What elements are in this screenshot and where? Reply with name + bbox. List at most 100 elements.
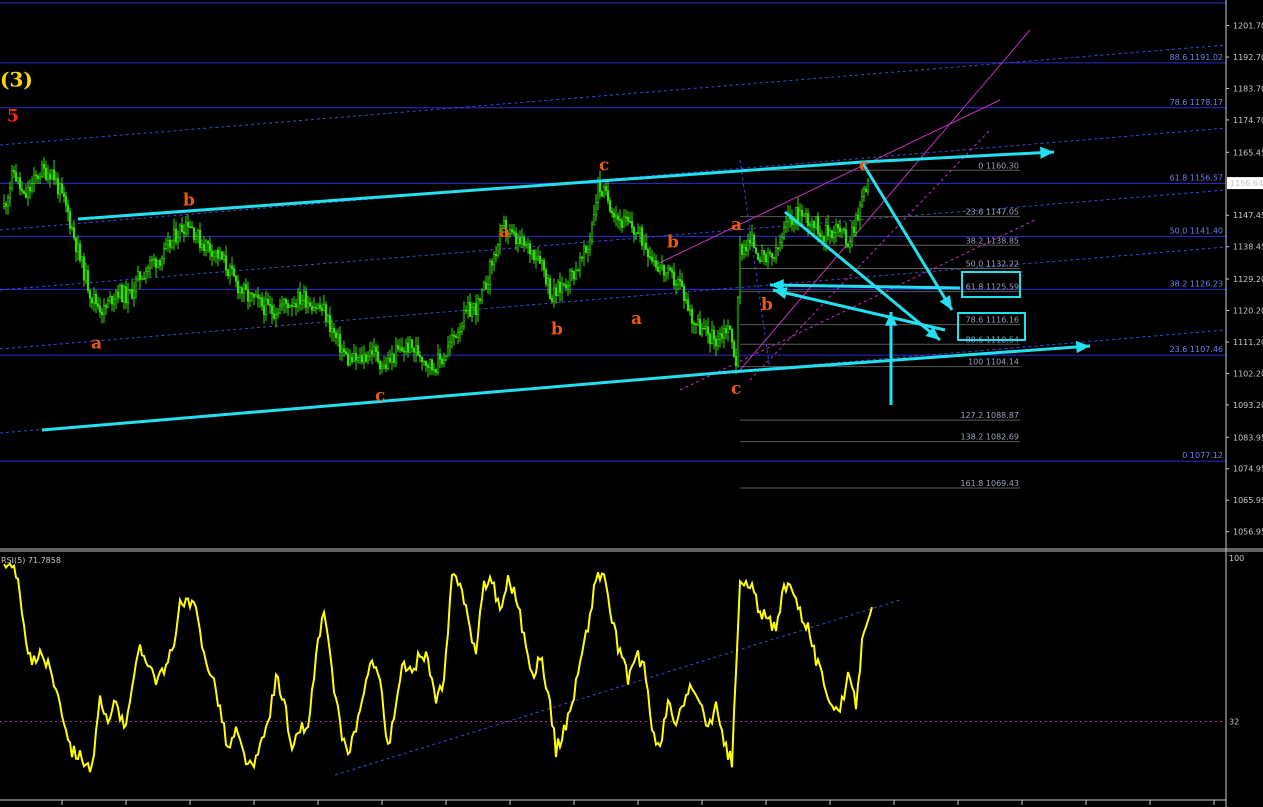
candle-body bbox=[172, 228, 176, 241]
candle-body bbox=[314, 307, 318, 309]
candle-body bbox=[312, 307, 316, 311]
candle-body bbox=[592, 214, 596, 226]
candle-body bbox=[182, 231, 186, 234]
candle-body bbox=[100, 311, 104, 315]
cyan-arrow-line bbox=[784, 210, 941, 342]
candle-body bbox=[356, 357, 360, 361]
candle-body bbox=[486, 284, 490, 290]
wave-label: b bbox=[667, 232, 679, 252]
candle-body bbox=[858, 204, 862, 221]
candle-body bbox=[648, 256, 652, 259]
candle-body bbox=[854, 214, 858, 233]
candle-body bbox=[228, 265, 232, 277]
candle-body bbox=[672, 271, 676, 286]
candle-body bbox=[520, 236, 524, 244]
candle-body bbox=[838, 227, 842, 233]
candle-body bbox=[706, 326, 710, 335]
candle-body bbox=[378, 361, 382, 370]
candle-body bbox=[482, 282, 486, 291]
candle-body bbox=[252, 293, 256, 298]
candle-body bbox=[208, 243, 212, 252]
candle-body bbox=[238, 287, 242, 294]
candle-body bbox=[98, 305, 102, 313]
candle-body bbox=[76, 243, 80, 252]
candle-body bbox=[688, 309, 692, 312]
candle-body bbox=[760, 250, 764, 262]
candle-body bbox=[164, 243, 168, 249]
wave-label: a bbox=[631, 309, 642, 329]
candle-body bbox=[4, 203, 8, 207]
price-chart[interactable]: 88.6 1191.02 78.6 1178.17 61.8 1156.57 50.0… bbox=[0, 0, 1263, 807]
candle-body bbox=[306, 302, 310, 308]
candle-body bbox=[380, 366, 384, 370]
candle-body bbox=[218, 251, 222, 259]
candle-body bbox=[642, 242, 646, 246]
candle-body bbox=[190, 226, 194, 229]
inner-fib-label: 38.2 1138.85 bbox=[966, 236, 1019, 245]
candle-body bbox=[372, 346, 376, 355]
candle-body bbox=[136, 271, 140, 280]
cyan-arrowhead bbox=[1040, 146, 1054, 159]
candle-body bbox=[242, 284, 246, 294]
candle-body bbox=[474, 303, 478, 315]
candle-body bbox=[20, 188, 24, 192]
candle-body bbox=[68, 211, 72, 229]
candle-body bbox=[394, 345, 398, 363]
candle-body bbox=[460, 326, 464, 332]
candle-body bbox=[496, 244, 500, 257]
candle-body bbox=[680, 280, 684, 287]
candle-body bbox=[128, 289, 132, 291]
candle-body bbox=[88, 290, 92, 299]
candle-body bbox=[158, 260, 162, 266]
wave-label: a bbox=[731, 215, 742, 235]
price-axis-tick-label: 1083.95 bbox=[1233, 433, 1263, 442]
candle-body bbox=[82, 256, 86, 281]
candle-body bbox=[386, 357, 390, 369]
candle-body bbox=[584, 246, 588, 253]
candle-body bbox=[542, 260, 546, 271]
candle-body bbox=[440, 359, 444, 365]
candle-body bbox=[618, 219, 622, 221]
candle-body bbox=[844, 229, 848, 245]
candle-body bbox=[742, 246, 746, 255]
candle-body bbox=[846, 243, 850, 248]
price-axis-tick-label: 1056.95 bbox=[1233, 528, 1263, 537]
wave-label: b bbox=[761, 295, 773, 315]
candle-body bbox=[434, 369, 438, 373]
candle-body bbox=[740, 244, 744, 255]
candle-body bbox=[658, 266, 662, 272]
candle-body bbox=[350, 356, 354, 362]
candle-body bbox=[266, 298, 270, 305]
candle-body bbox=[732, 341, 736, 357]
candle-body bbox=[66, 205, 70, 213]
cyan-arrow-line bbox=[861, 150, 1055, 164]
candle-body bbox=[354, 353, 358, 361]
candle-body bbox=[294, 303, 298, 308]
candle-body bbox=[402, 350, 406, 353]
candle-body bbox=[106, 300, 110, 308]
candle-body bbox=[214, 249, 218, 254]
candle-body bbox=[12, 170, 16, 173]
fib-level-label: 61.8 1156.57 bbox=[1170, 173, 1223, 182]
candle-body bbox=[588, 239, 592, 250]
candle-body bbox=[64, 196, 68, 206]
candle-body bbox=[430, 359, 434, 371]
candle-body bbox=[862, 188, 866, 198]
candle-body bbox=[302, 291, 306, 301]
candle-body bbox=[426, 365, 430, 368]
candle-body bbox=[634, 232, 638, 235]
candle-body bbox=[56, 178, 60, 195]
candle-body bbox=[412, 347, 416, 353]
candle-body bbox=[856, 214, 860, 221]
candle-body bbox=[812, 221, 816, 228]
inner-fib-label: 78.6 1116.16 bbox=[966, 316, 1019, 325]
candle-body bbox=[458, 331, 462, 334]
candle-body bbox=[336, 334, 340, 338]
candle-body bbox=[668, 267, 672, 271]
candle-body bbox=[374, 346, 378, 353]
candle-body bbox=[768, 251, 772, 254]
candle-body bbox=[636, 232, 640, 234]
candle-body bbox=[262, 305, 266, 316]
candle-body bbox=[726, 325, 730, 334]
candle-body bbox=[590, 224, 594, 241]
